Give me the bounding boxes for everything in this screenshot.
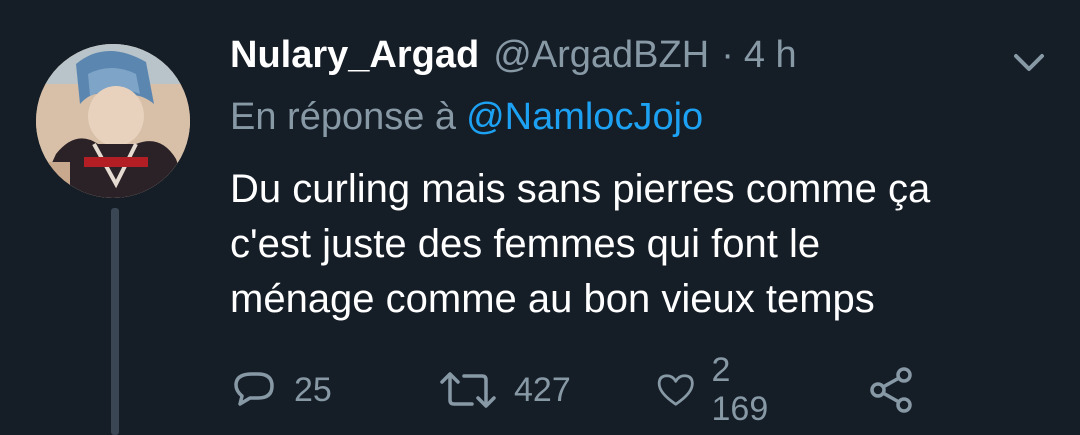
tweet[interactable]: Nulary_Argad @ArgadBZH · 4 h En réponse … [0, 0, 1080, 435]
retweet-count: 427 [514, 370, 571, 409]
reply-button[interactable]: 25 [230, 362, 332, 418]
like-button[interactable]: 2 169 [656, 351, 779, 428]
tweet-text-line: c'est juste des femmes qui font le [230, 222, 821, 266]
tweet-text-line: ménage comme au bon vieux temps [230, 277, 875, 321]
tweet-header: Nulary_Argad @ArgadBZH · 4 h [230, 34, 797, 84]
thread-line [111, 208, 119, 435]
retweet-icon [440, 372, 496, 408]
reply-prefix: En réponse à [230, 96, 457, 138]
share-icon [870, 367, 912, 413]
timestamp[interactable]: 4 h [744, 34, 797, 77]
tweet-text: Du curling mais sans pierres comme ça c'… [230, 162, 1050, 327]
retweet-button[interactable]: 427 [438, 362, 571, 418]
display-name[interactable]: Nulary_Argad [230, 34, 479, 77]
reply-mention-link[interactable]: @NamlocJojo [466, 96, 703, 138]
avatar[interactable] [36, 44, 190, 198]
reply-icon [234, 372, 274, 406]
separator-dot: · [721, 34, 734, 76]
chevron-down-icon[interactable] [1010, 50, 1048, 76]
tweet-text-line: Du curling mais sans pierres comme ça [230, 167, 931, 211]
heart-icon [657, 374, 694, 406]
avatar-image [36, 44, 190, 198]
like-count: 2 169 [711, 351, 769, 428]
user-handle[interactable]: @ArgadBZH [493, 34, 709, 77]
share-button[interactable] [866, 362, 916, 418]
reply-count: 25 [294, 370, 332, 409]
reply-context: En réponse à @NamlocJojo [230, 96, 703, 139]
